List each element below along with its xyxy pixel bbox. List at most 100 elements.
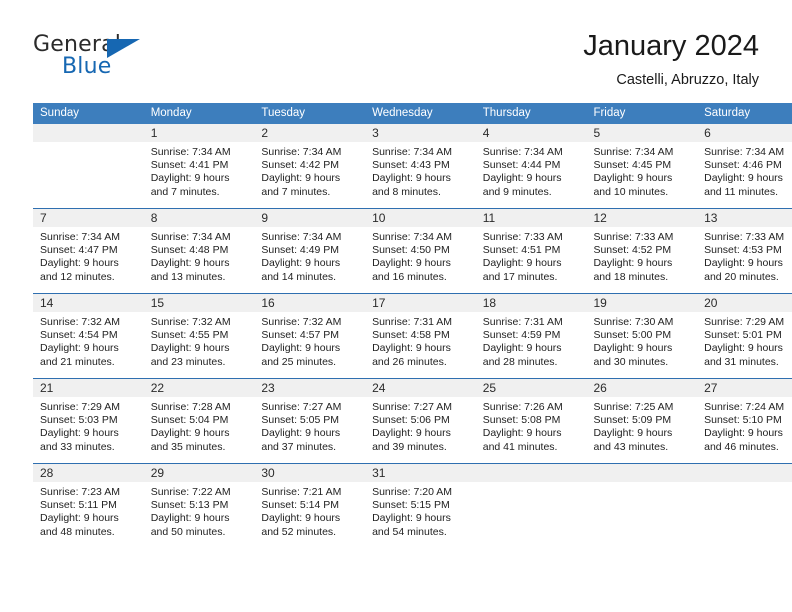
day-cell-23: 23 Sunrise: 7:27 AM Sunset: 5:05 PM Dayligh… — [254, 379, 366, 463]
calendar-day-cell[interactable]: 6 Sunrise: 7:34 AM Sunset: 4:46 PM Daylight… — [697, 124, 792, 209]
day-details: Sunrise: 7:23 AM Sunset: 5:11 PM Daylight:… — [33, 482, 144, 539]
daylight-text: Daylight: 9 hours — [704, 257, 783, 270]
day-details — [586, 482, 697, 486]
daylight-text: Daylight: 9 hours — [704, 172, 783, 185]
day-cell-24: 24 Sunrise: 7:27 AM Sunset: 5:06 PM Dayligh… — [365, 379, 476, 463]
daylight-text-cont: and 46 minutes. — [704, 440, 779, 453]
day-cell-6: 6 Sunrise: 7:34 AM Sunset: 4:46 PM Daylight… — [697, 124, 792, 208]
sunrise-text: Sunrise: 7:34 AM — [150, 146, 231, 158]
calendar-day-cell[interactable]: 10 Sunrise: 7:34 AM Sunset: 4:50 PM Dayligh… — [365, 208, 476, 294]
day-number — [697, 464, 792, 482]
daylight-text: Daylight: 9 hours — [150, 427, 230, 440]
sunrise-text: Sunrise: 7:32 AM — [261, 316, 342, 328]
calendar-day-cell[interactable]: 28 Sunrise: 7:23 AM Sunset: 5:11 PM Dayligh… — [33, 463, 144, 548]
calendar-container: Sunday Monday Tuesday Wednesday Thursday Frid… — [33, 103, 792, 548]
sunset-text: Sunset: 5:04 PM — [150, 414, 229, 427]
daylight-text-cont: and 13 minutes. — [150, 270, 226, 283]
calendar-day-cell[interactable]: 20 Sunrise: 7:29 AM Sunset: 5:01 PM Dayligh… — [697, 293, 792, 379]
daylight-text: Daylight: 9 hours — [482, 342, 562, 355]
sunrise-text: Sunrise: 7:27 AM — [372, 401, 453, 413]
calendar-day-cell[interactable]: 13 Sunrise: 7:33 AM Sunset: 4:53 PM Dayligh… — [697, 208, 792, 294]
calendar-day-cell[interactable]: 8 Sunrise: 7:34 AM Sunset: 4:48 PM Daylight… — [143, 208, 255, 294]
day-cell-19: 19 Sunrise: 7:30 AM Sunset: 5:00 PM Dayligh… — [586, 294, 698, 378]
sunset-text: Sunset: 4:44 PM — [482, 159, 561, 172]
sunset-text: Sunset: 5:10 PM — [704, 414, 782, 427]
triangle-flag-icon — [107, 39, 140, 58]
day-number — [586, 464, 698, 482]
page-title: January 2024 — [583, 30, 759, 62]
daylight-text: Daylight: 9 hours — [261, 342, 341, 355]
calendar-day-cell[interactable]: 30 Sunrise: 7:21 AM Sunset: 5:14 PM Dayligh… — [254, 463, 366, 548]
daylight-text: Daylight: 9 hours — [482, 257, 562, 270]
sunrise-text: Sunrise: 7:29 AM — [40, 401, 120, 413]
calendar-day-cell[interactable]: 25 Sunrise: 7:26 AM Sunset: 5:08 PM Dayligh… — [475, 378, 587, 464]
calendar-day-cell[interactable]: 5 Sunrise: 7:34 AM Sunset: 4:45 PM Daylight… — [586, 124, 698, 209]
day-cell-8: 8 Sunrise: 7:34 AM Sunset: 4:48 PM Daylight… — [143, 209, 255, 293]
calendar-day-cell[interactable]: 3 Sunrise: 7:34 AM Sunset: 4:43 PM Daylight… — [365, 124, 476, 209]
sunrise-text: Sunrise: 7:29 AM — [704, 316, 785, 328]
sunset-text: Sunset: 4:53 PM — [704, 244, 782, 257]
day-details: Sunrise: 7:31 AM Sunset: 4:58 PM Daylight:… — [365, 312, 476, 369]
day-details: Sunrise: 7:31 AM Sunset: 4:59 PM Daylight:… — [476, 312, 587, 369]
calendar-day-cell[interactable]: 26 Sunrise: 7:25 AM Sunset: 5:09 PM Dayligh… — [586, 378, 698, 464]
daylight-text-cont: and 23 minutes. — [150, 355, 226, 368]
daylight-text: Daylight: 9 hours — [150, 342, 230, 355]
day-details: Sunrise: 7:34 AM Sunset: 4:46 PM Daylight:… — [697, 142, 792, 199]
daylight-text: Daylight: 9 hours — [261, 512, 341, 525]
day-cell-21: 21 Sunrise: 7:29 AM Sunset: 5:03 PM Dayligh… — [33, 379, 144, 463]
calendar-day-cell[interactable]: 4 Sunrise: 7:34 AM Sunset: 4:44 PM Daylight… — [475, 124, 587, 209]
calendar-day-cell[interactable] — [697, 463, 792, 548]
day-number: 13 — [697, 209, 792, 227]
calendar-day-cell[interactable]: 12 Sunrise: 7:33 AM Sunset: 4:52 PM Dayligh… — [586, 208, 698, 294]
daylight-text-cont: and 8 minutes. — [372, 185, 441, 198]
calendar-day-cell[interactable]: 18 Sunrise: 7:31 AM Sunset: 4:59 PM Dayligh… — [475, 293, 587, 379]
calendar-day-cell[interactable] — [33, 124, 144, 209]
sunset-text: Sunset: 4:47 PM — [40, 244, 118, 257]
sunrise-text: Sunrise: 7:32 AM — [40, 316, 120, 328]
weekday-header-sunday: Sunday — [33, 103, 144, 124]
day-number: 25 — [475, 379, 587, 397]
day-cell-2: 2 Sunrise: 7:34 AM Sunset: 4:42 PM Daylight… — [254, 124, 366, 208]
calendar-day-cell[interactable]: 17 Sunrise: 7:31 AM Sunset: 4:58 PM Dayligh… — [365, 293, 476, 379]
day-cell-15: 15 Sunrise: 7:32 AM Sunset: 4:55 PM Dayligh… — [143, 294, 255, 378]
sunset-text: Sunset: 4:51 PM — [482, 244, 561, 257]
daylight-text-cont: and 33 minutes. — [40, 440, 115, 453]
calendar-day-cell[interactable]: 11 Sunrise: 7:33 AM Sunset: 4:51 PM Dayligh… — [475, 208, 587, 294]
daylight-text: Daylight: 9 hours — [40, 512, 119, 525]
day-number: 15 — [143, 294, 255, 312]
day-details: Sunrise: 7:20 AM Sunset: 5:15 PM Daylight:… — [365, 482, 476, 539]
calendar-day-cell[interactable] — [475, 463, 587, 548]
calendar-day-cell[interactable]: 24 Sunrise: 7:27 AM Sunset: 5:06 PM Dayligh… — [365, 378, 476, 464]
calendar-day-cell[interactable]: 7 Sunrise: 7:34 AM Sunset: 4:47 PM Daylight… — [33, 208, 144, 294]
calendar-day-cell[interactable]: 16 Sunrise: 7:32 AM Sunset: 4:57 PM Dayligh… — [254, 293, 366, 379]
sunset-text: Sunset: 5:06 PM — [372, 414, 450, 427]
sunrise-text: Sunrise: 7:22 AM — [150, 486, 231, 498]
calendar-day-cell[interactable]: 31 Sunrise: 7:20 AM Sunset: 5:15 PM Dayligh… — [365, 463, 476, 548]
sunset-text: Sunset: 4:49 PM — [261, 244, 340, 257]
calendar-day-cell[interactable] — [586, 463, 698, 548]
calendar-day-cell[interactable]: 29 Sunrise: 7:22 AM Sunset: 5:13 PM Dayligh… — [143, 463, 255, 548]
daylight-text-cont: and 16 minutes. — [372, 270, 447, 283]
calendar-day-cell[interactable]: 27 Sunrise: 7:24 AM Sunset: 5:10 PM Dayligh… — [697, 378, 792, 464]
sunset-text: Sunset: 4:58 PM — [372, 329, 450, 342]
calendar-day-cell[interactable]: 9 Sunrise: 7:34 AM Sunset: 4:49 PM Daylight… — [254, 208, 366, 294]
calendar-day-cell[interactable]: 19 Sunrise: 7:30 AM Sunset: 5:00 PM Dayligh… — [586, 293, 698, 379]
daylight-text: Daylight: 9 hours — [150, 257, 230, 270]
day-details: Sunrise: 7:33 AM Sunset: 4:51 PM Daylight:… — [476, 227, 587, 284]
day-details: Sunrise: 7:30 AM Sunset: 5:00 PM Daylight:… — [586, 312, 697, 369]
day-number: 1 — [143, 124, 255, 142]
calendar-week-row: 28 Sunrise: 7:23 AM Sunset: 5:11 PM Dayligh… — [33, 463, 792, 548]
day-number: 18 — [475, 294, 587, 312]
daylight-text: Daylight: 9 hours — [593, 342, 673, 355]
calendar-day-cell[interactable]: 15 Sunrise: 7:32 AM Sunset: 4:55 PM Dayligh… — [143, 293, 255, 379]
day-cell-7: 7 Sunrise: 7:34 AM Sunset: 4:47 PM Daylight… — [33, 209, 144, 293]
brand-logo[interactable]: General Blue — [33, 32, 253, 88]
weekday-header-thursday: Thursday — [475, 103, 587, 124]
calendar-day-cell[interactable]: 2 Sunrise: 7:34 AM Sunset: 4:42 PM Daylight… — [254, 124, 366, 209]
calendar-day-cell[interactable]: 1 Sunrise: 7:34 AM Sunset: 4:41 PM Daylight… — [143, 124, 255, 209]
calendar-day-cell[interactable]: 14 Sunrise: 7:32 AM Sunset: 4:54 PM Dayligh… — [33, 293, 144, 379]
calendar-day-cell[interactable]: 23 Sunrise: 7:27 AM Sunset: 5:05 PM Dayligh… — [254, 378, 366, 464]
day-cell-14: 14 Sunrise: 7:32 AM Sunset: 4:54 PM Dayligh… — [33, 294, 144, 378]
calendar-day-cell[interactable]: 22 Sunrise: 7:28 AM Sunset: 5:04 PM Dayligh… — [143, 378, 255, 464]
calendar-day-cell[interactable]: 21 Sunrise: 7:29 AM Sunset: 5:03 PM Dayligh… — [33, 378, 144, 464]
